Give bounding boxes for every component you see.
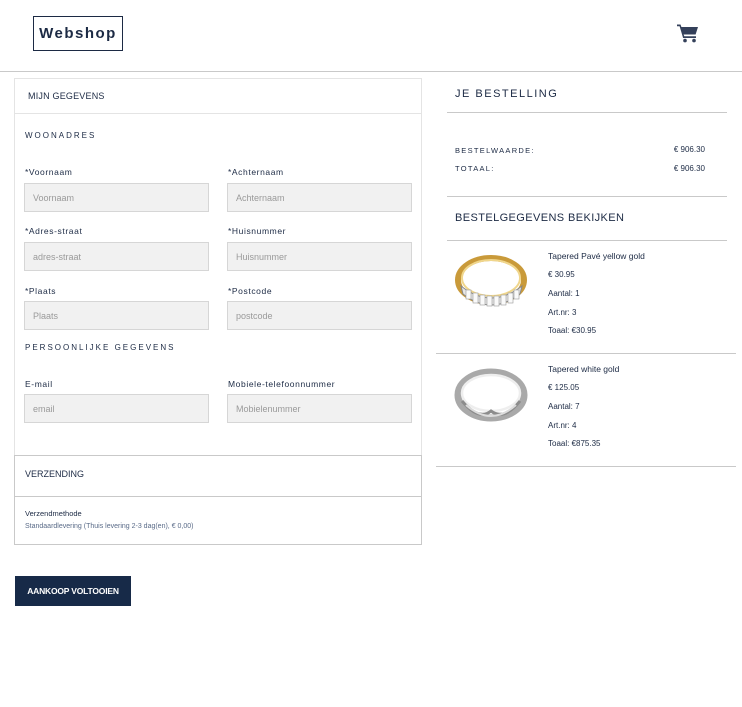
mobile-label: Mobiele-telefoonnummer: [228, 379, 336, 389]
ring-image-white-gold: [454, 361, 530, 429]
order-value: € 906.30: [673, 145, 705, 154]
address-section-label: WOONADRES: [25, 131, 97, 140]
divider: [15, 113, 421, 114]
street-input[interactable]: [24, 242, 209, 271]
shipping-title: VERZENDING: [25, 469, 85, 479]
product-price: € 30.95: [548, 270, 575, 279]
firstname-input[interactable]: [24, 183, 209, 212]
product-article: Art.nr: 3: [548, 308, 577, 317]
panel-title: MIJN GEGEVENS: [28, 91, 105, 101]
email-label: E-mail: [25, 379, 53, 389]
order-title: JE BESTELLING: [455, 88, 559, 100]
postcode-input[interactable]: [227, 301, 412, 330]
street-label: *Adres-straat: [25, 226, 83, 236]
divider: [436, 466, 736, 467]
city-label: *Plaats: [25, 286, 57, 296]
mobile-input[interactable]: [227, 394, 412, 423]
housenumber-label: *Huisnummer: [228, 226, 287, 236]
product-quantity: Aantal: 1: [548, 289, 580, 298]
lastname-label: *Achternaam: [228, 167, 284, 177]
header: Webshop: [0, 0, 742, 72]
lastname-input[interactable]: [227, 183, 412, 212]
city-input[interactable]: [24, 301, 209, 330]
divider: [15, 496, 421, 497]
ring-image-yellow-gold: [454, 248, 530, 316]
product-quantity: Aantal: 7: [548, 402, 580, 411]
product-name: Tapered white gold: [548, 364, 620, 374]
shipping-method-option[interactable]: Standaardlevering (Thuis levering 2-3 da…: [25, 523, 194, 530]
product-price: € 125.05: [548, 383, 580, 392]
order-value-label: BESTELWAARDE:: [455, 146, 535, 155]
divider: [447, 196, 727, 197]
product-item: Tapered white gold € 125.05 Aantal: 7 Ar…: [436, 353, 736, 465]
product-item: Tapered Pavé yellow gold € 30.95 Aantal:…: [436, 240, 736, 352]
product-article: Art.nr: 4: [548, 421, 577, 430]
product-name: Tapered Pavé yellow gold: [548, 251, 645, 261]
postcode-label: *Postcode: [228, 286, 273, 296]
customer-details-panel: MIJN GEGEVENS WOONADRES *Voornaam *Achte…: [14, 78, 422, 456]
shopping-cart-icon[interactable]: [677, 23, 699, 43]
total-label: TOTAAL:: [455, 164, 495, 173]
complete-purchase-button[interactable]: AANKOOP VOLTOOIEN: [15, 576, 131, 606]
product-total: Toaal: €30.95: [548, 326, 597, 335]
order-details-title[interactable]: BESTELGEGEVENS BEKIJKEN: [455, 212, 624, 224]
email-input[interactable]: [24, 394, 209, 423]
personal-section-label: PERSOONLIJKE GEGEVENS: [25, 343, 176, 352]
logo[interactable]: Webshop: [33, 16, 123, 51]
total-value: € 906.30: [673, 164, 705, 173]
shipping-panel: VERZENDING Verzendmethode Standaardlever…: [14, 455, 422, 545]
shipping-method-label: Verzendmethode: [25, 509, 82, 518]
firstname-label: *Voornaam: [25, 167, 73, 177]
divider: [447, 112, 727, 113]
housenumber-input[interactable]: [227, 242, 412, 271]
product-total: Toaal: €875.35: [548, 439, 601, 448]
